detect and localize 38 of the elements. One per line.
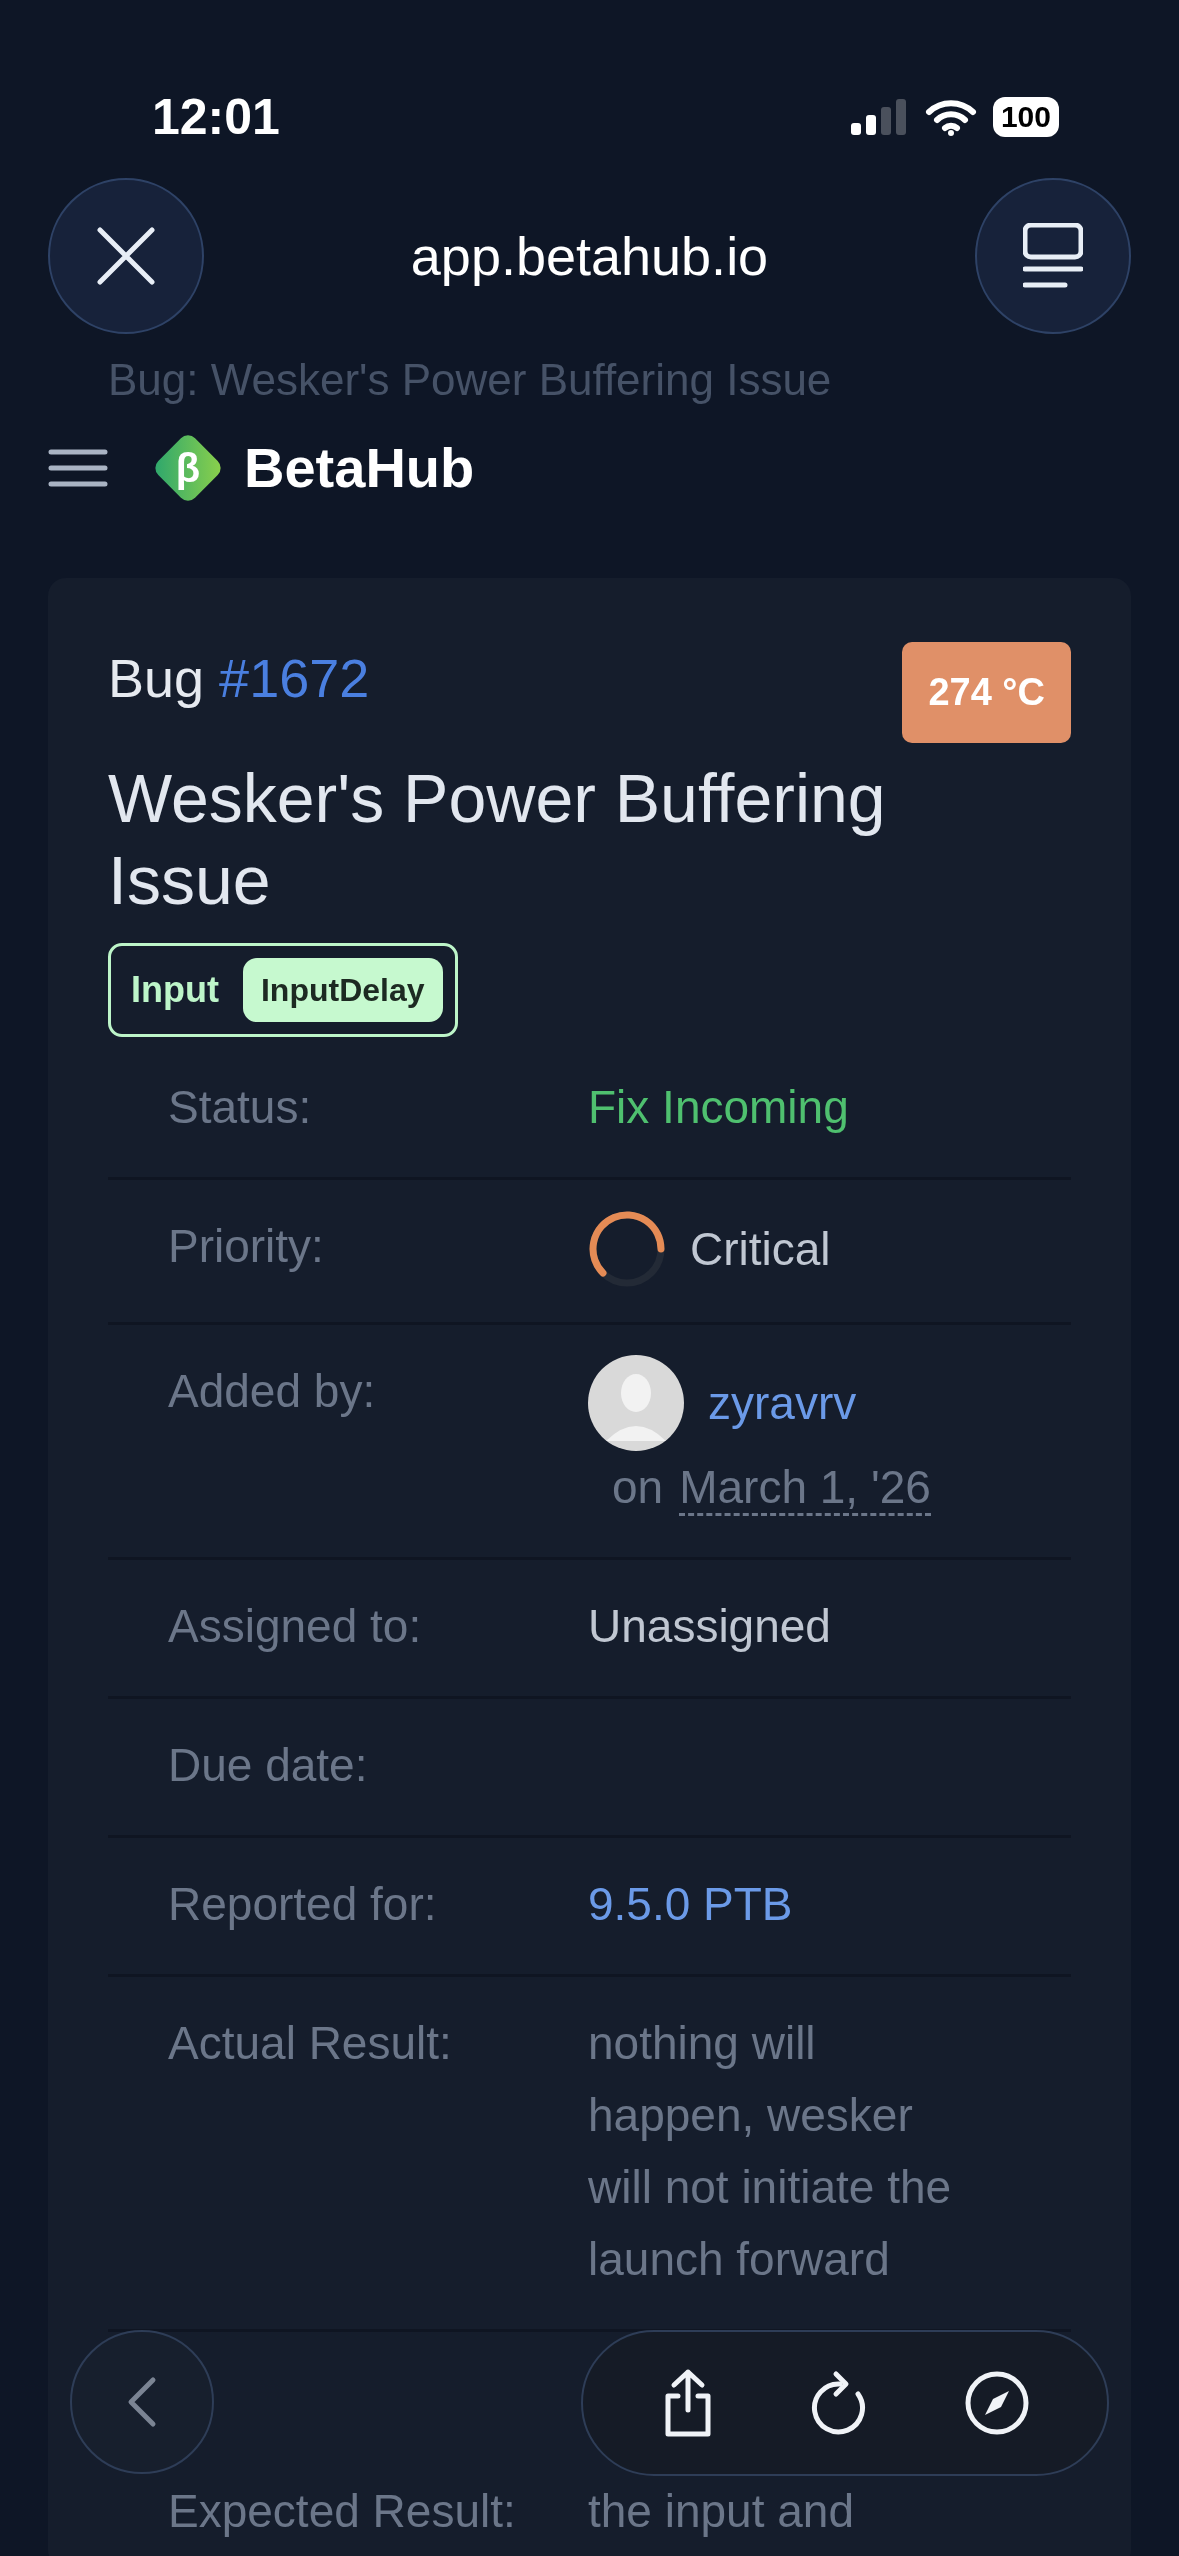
field-label: Priority:: [168, 1219, 325, 1274]
url-text[interactable]: app.betahub.io: [410, 215, 769, 297]
date-text: March 1, '26: [679, 1461, 931, 1516]
field-label: Status:: [168, 1080, 313, 1135]
signal-icon: [848, 99, 909, 135]
field-value: nothing will happen, wesker will not initiate the launch forward: [588, 2016, 952, 2287]
user-link[interactable]: zyravrv: [708, 1367, 857, 1439]
menu-button[interactable]: [48, 448, 108, 488]
tag-chip[interactable]: Input InputDelay: [108, 943, 458, 1037]
heat-badge: 274 °C: [902, 642, 1071, 743]
compass-button[interactable]: [964, 2370, 1030, 2436]
tabs-icon: [1023, 223, 1083, 289]
version-link[interactable]: 9.5.0 PTB: [588, 1868, 793, 1940]
page-title: Bug: Wesker's Power Buffering Issue: [107, 354, 833, 406]
chevron-left-icon: [127, 2376, 157, 2428]
clock-time: 12:01: [152, 88, 280, 147]
bug-number: Bug #1672: [108, 647, 370, 710]
field-value: Unassigned: [588, 1599, 831, 1654]
priority-ring-icon: [588, 1210, 666, 1288]
battery-indicator: 100: [992, 97, 1059, 137]
field-label: Added by:: [168, 1364, 377, 1419]
field-label: Assigned to:: [168, 1599, 423, 1654]
field-label: Reported for:: [168, 1877, 438, 1932]
brand-name: BetaHub: [244, 435, 475, 501]
status-value: Fix Incoming: [588, 1080, 849, 1135]
close-icon: [94, 224, 158, 288]
priority-value: Critical: [690, 1222, 831, 1277]
menu-icon: [48, 448, 108, 488]
field-label: Due date:: [168, 1738, 369, 1793]
tag-category: Input: [131, 968, 219, 1012]
date-prefix: on: [612, 1461, 664, 1513]
bug-title: Wesker's Power Buffering Issue: [108, 759, 887, 920]
compass-icon: [964, 2370, 1030, 2436]
field-value: the input and: [588, 2484, 854, 2538]
field-label: Actual Result:: [168, 2016, 453, 2071]
tag-label: InputDelay: [242, 958, 443, 1022]
field-label: Expected Result:: [168, 2484, 517, 2538]
wifi-icon: [924, 98, 977, 136]
